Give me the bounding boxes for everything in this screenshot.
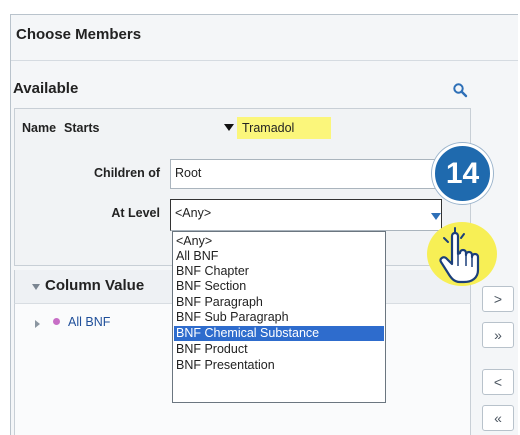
level-option-selected[interactable]: BNF Chemical Substance — [174, 326, 384, 341]
dialog-title: Choose Members — [16, 26, 142, 43]
title-divider — [11, 60, 518, 61]
expand-triangle-icon[interactable] — [35, 320, 40, 328]
level-option[interactable]: <Any> — [174, 234, 384, 249]
at-level-select[interactable]: <Any> — [170, 199, 442, 231]
level-option[interactable]: BNF Section — [174, 279, 384, 294]
name-label: Name — [22, 121, 57, 135]
level-option[interactable]: All BNF — [174, 249, 384, 264]
at-level-dropdown-list: <Any> All BNF BNF Chapter BNF Section BN… — [172, 231, 386, 403]
level-option[interactable]: BNF Chapter — [174, 264, 384, 279]
available-heading: Available — [13, 80, 79, 97]
move-all-left-button[interactable]: « — [482, 405, 514, 431]
tree-item-all-bnf[interactable]: All BNF — [68, 315, 110, 329]
children-of-label: Children of — [94, 166, 160, 180]
name-operator-select[interactable]: Starts — [64, 121, 99, 135]
level-option[interactable]: BNF Product — [174, 342, 384, 357]
move-right-button[interactable]: > — [482, 286, 514, 312]
step-number-badge: 14 — [432, 143, 493, 204]
level-option[interactable]: BNF Paragraph — [174, 295, 384, 310]
move-all-right-button[interactable]: » — [482, 322, 514, 348]
move-left-button[interactable]: < — [482, 369, 514, 395]
collapse-triangle-icon[interactable] — [32, 284, 40, 290]
column-values-heading: Column Value — [45, 277, 145, 294]
pointer-hand-icon — [439, 227, 480, 284]
search-icon[interactable] — [452, 82, 468, 98]
name-search-input[interactable]: Tramadol — [237, 117, 331, 139]
level-option[interactable]: BNF Sub Paragraph — [174, 310, 384, 325]
hierarchy-node-icon — [53, 318, 60, 325]
at-level-label: At Level — [111, 206, 160, 220]
level-option[interactable]: BNF Presentation — [174, 358, 384, 373]
children-of-field[interactable]: Root — [170, 159, 442, 189]
name-operator-dropdown-icon[interactable] — [224, 124, 234, 131]
at-level-dropdown-icon[interactable] — [431, 213, 441, 220]
